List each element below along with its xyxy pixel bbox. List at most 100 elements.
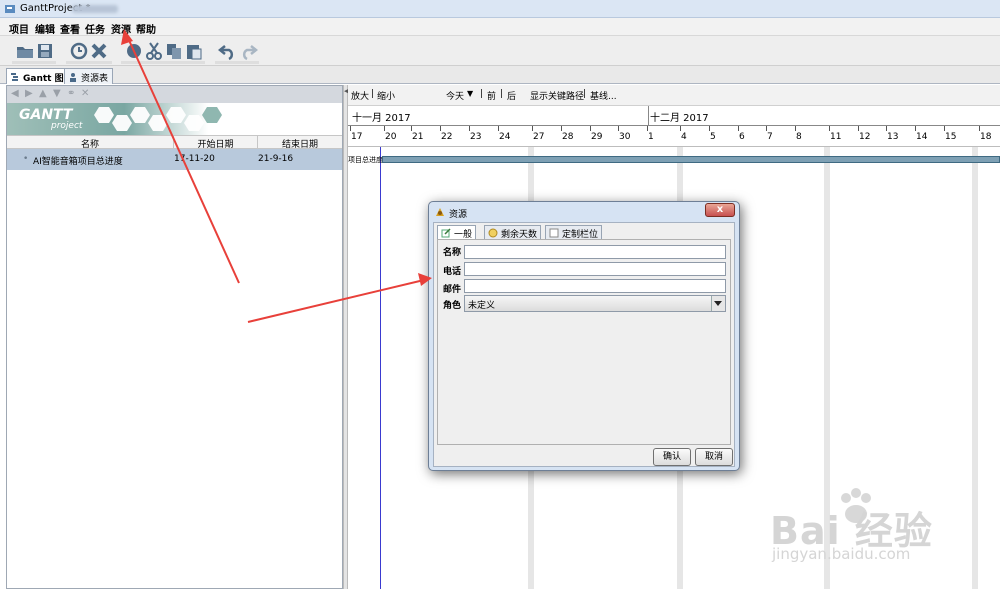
undo-icon[interactable] bbox=[217, 40, 239, 62]
task-start-date: 17-11-20 bbox=[174, 154, 215, 164]
paste-icon[interactable] bbox=[183, 40, 205, 62]
tab-gantt-label: Gantt 图 bbox=[23, 74, 64, 84]
tab-gantt[interactable]: Gantt 图 bbox=[6, 68, 69, 84]
day-label: 20 bbox=[385, 132, 397, 142]
menu-bar: 项目 编辑 查看 任务 资源 帮助 bbox=[0, 18, 1000, 36]
day-label: 24 bbox=[499, 132, 511, 142]
open-folder-icon[interactable] bbox=[14, 40, 36, 62]
day-tick bbox=[647, 126, 648, 131]
menu-help[interactable]: 帮助 bbox=[136, 21, 156, 36]
today-dropdown-icon[interactable]: ▼ bbox=[467, 89, 473, 98]
gantt-task-bar[interactable] bbox=[382, 156, 1000, 163]
email-label: 邮件 bbox=[443, 285, 462, 295]
timeline-months: 十一月 2017 十二月 2017 bbox=[348, 105, 1000, 126]
day-tick bbox=[886, 126, 887, 131]
day-tick bbox=[618, 126, 619, 131]
day-label: 12 bbox=[859, 132, 871, 142]
arrow-up-icon[interactable]: ▲ bbox=[39, 88, 47, 99]
day-label: 18 bbox=[980, 132, 992, 142]
cut-icon[interactable] bbox=[143, 40, 165, 62]
prev-button[interactable]: 前 bbox=[487, 89, 496, 102]
task-name: AI智能音箱项目总进度 bbox=[33, 157, 123, 167]
toolbar-separator: | bbox=[480, 89, 484, 99]
dialog-title: 资源 bbox=[449, 210, 468, 220]
name-field[interactable] bbox=[464, 245, 726, 259]
baseline-button[interactable]: 基线... bbox=[590, 89, 617, 102]
dialog-tab-general[interactable]: 一般 bbox=[437, 225, 477, 240]
link-icon[interactable]: ⚭ bbox=[67, 88, 75, 99]
gantt-logo-banner: GANTT project bbox=[7, 103, 342, 135]
tab-resources[interactable]: 资源表 bbox=[64, 68, 114, 84]
day-tick bbox=[915, 126, 916, 131]
dialog-tab-days-off[interactable]: 剩余天数 bbox=[484, 225, 542, 240]
arrow-left-icon[interactable]: ◀ bbox=[11, 88, 19, 99]
table-row[interactable]: • AI智能音箱项目总进度 17-11-20 21-9-16 bbox=[7, 149, 342, 170]
day-tick bbox=[469, 126, 470, 131]
chevron-down-icon[interactable] bbox=[711, 296, 725, 311]
toolbar-separator: | bbox=[583, 89, 587, 99]
cancel-button[interactable]: 取消 bbox=[695, 448, 733, 466]
day-label: 7 bbox=[767, 132, 773, 142]
day-tick bbox=[829, 126, 830, 131]
task-end-date: 21-9-16 bbox=[258, 154, 294, 164]
ok-button[interactable]: 确认 bbox=[653, 448, 691, 466]
role-select-value: 未定义 bbox=[468, 301, 496, 311]
dialog-tab-custom-columns[interactable]: 定制栏位 bbox=[545, 225, 603, 240]
save-icon[interactable] bbox=[34, 40, 56, 62]
redo-icon[interactable] bbox=[237, 40, 259, 62]
dialog-content: 一般 剩余天数 定制栏位 名称 电话 邮件 角色 未定义 确认 取消 bbox=[433, 222, 735, 467]
day-label: 11 bbox=[830, 132, 842, 142]
toolbar-separator: | bbox=[371, 89, 375, 99]
critical-path-button[interactable]: 显示关键路径 bbox=[530, 89, 584, 102]
day-tick bbox=[858, 126, 859, 131]
tab-resources-label: 资源表 bbox=[81, 74, 109, 84]
arrow-right-icon[interactable]: ▶ bbox=[25, 88, 33, 99]
unlink-icon[interactable]: ✕ bbox=[81, 88, 89, 99]
next-button[interactable]: 后 bbox=[507, 89, 516, 102]
day-tick bbox=[680, 126, 681, 131]
blurred-filename bbox=[72, 5, 118, 13]
email-field[interactable] bbox=[464, 279, 726, 293]
day-label: 6 bbox=[739, 132, 745, 142]
gantt-bar-label: 项目总进度 bbox=[348, 156, 383, 164]
copy-icon[interactable] bbox=[163, 40, 185, 62]
day-label: 27 bbox=[533, 132, 545, 142]
today-button[interactable]: 今天 bbox=[446, 89, 464, 102]
phone-field[interactable] bbox=[464, 262, 726, 276]
day-tick bbox=[590, 126, 591, 131]
role-select[interactable]: 未定义 bbox=[464, 295, 726, 312]
zoom-out-button[interactable]: 缩小 bbox=[377, 89, 395, 102]
day-tick bbox=[561, 126, 562, 131]
day-tick bbox=[350, 126, 351, 131]
day-label: 17 bbox=[351, 132, 363, 142]
day-label: 22 bbox=[441, 132, 453, 142]
menu-project[interactable]: 项目 bbox=[9, 21, 29, 36]
menu-view[interactable]: 查看 bbox=[60, 21, 80, 36]
dialog-close-button[interactable]: x bbox=[705, 203, 735, 217]
resource-dialog-icon bbox=[436, 208, 444, 216]
day-tick bbox=[384, 126, 385, 131]
clock-icon[interactable] bbox=[68, 40, 90, 62]
menu-edit[interactable]: 编辑 bbox=[35, 21, 55, 36]
day-label: 8 bbox=[796, 132, 802, 142]
toolbar-group-task bbox=[66, 61, 112, 64]
day-tick bbox=[795, 126, 796, 131]
edit-icon bbox=[441, 228, 451, 238]
toolbar-group-history bbox=[215, 61, 259, 64]
menu-resource[interactable]: 资源 bbox=[111, 21, 131, 36]
properties-icon[interactable] bbox=[123, 40, 145, 62]
logo-project-text: project bbox=[51, 121, 83, 131]
gantt-chart-icon bbox=[11, 73, 18, 81]
zoom-in-button[interactable]: 放大 bbox=[351, 89, 369, 102]
day-label: 5 bbox=[710, 132, 716, 142]
main-toolbar bbox=[0, 36, 1000, 66]
arrow-down-icon[interactable]: ▼ bbox=[53, 88, 61, 99]
day-label: 4 bbox=[681, 132, 687, 142]
task-bullet-icon: • bbox=[23, 154, 29, 164]
menu-task[interactable]: 任务 bbox=[85, 21, 105, 36]
gantt-project-window: GanttProject * 项目 编辑 查看 任务 资源 帮助 Gantt 图 bbox=[0, 0, 1000, 589]
delete-icon[interactable] bbox=[88, 40, 110, 62]
day-tick bbox=[532, 126, 533, 131]
month-label: 十二月 2017 bbox=[650, 113, 709, 124]
day-tick bbox=[766, 126, 767, 131]
